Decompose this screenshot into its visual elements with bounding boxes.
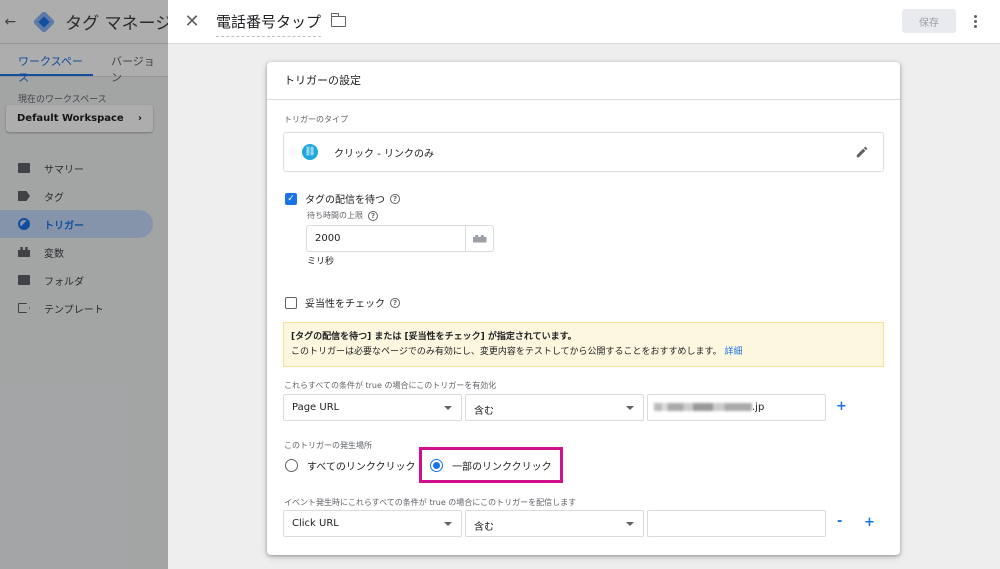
enable-value-suffix: .jp bbox=[752, 402, 765, 413]
enable-conditions-label: これらすべての条件が true の場合にこのトリガーを有効化 bbox=[284, 381, 497, 390]
panel-header: ✕ 電話番号タップ 保存 bbox=[168, 0, 1000, 44]
more-vert-icon[interactable] bbox=[968, 10, 982, 32]
enable-operator-value: 含む bbox=[474, 406, 494, 417]
learn-more-link[interactable]: 詳細 bbox=[725, 347, 743, 357]
fire-conditions-label: イベント発生時にこれらすべての条件が true の場合にこのトリガーを配信します bbox=[284, 498, 577, 507]
wait-limit-row: 待ち時間の上限 ? bbox=[307, 210, 378, 221]
trigger-editor-panel: ✕ 電話番号タップ 保存 トリガーの設定 トリガーのタイプ ⛓ クリック - リ… bbox=[168, 0, 1000, 569]
fire-operator-select[interactable]: 含む bbox=[465, 510, 644, 537]
notice-body: このトリガーは必要なページでのみ有効にし、変更内容をテストしてから公開することを… bbox=[291, 347, 722, 357]
enable-variable-select[interactable]: Page URL bbox=[283, 394, 462, 421]
check-validation-label: 妥当性をチェック bbox=[305, 299, 385, 310]
fire-variable-select[interactable]: Click URL bbox=[283, 510, 462, 537]
trigger-type-name: クリック - リンクのみ bbox=[334, 148, 434, 160]
fire-operator-value: 含む bbox=[474, 522, 494, 533]
radio-button[interactable] bbox=[285, 459, 298, 472]
enable-variable-value: Page URL bbox=[292, 402, 340, 413]
link-icon: ⛓ bbox=[302, 144, 318, 160]
add-condition-button[interactable]: + bbox=[864, 515, 875, 530]
wait-for-tags-row[interactable]: ✓ タグの配信を待つ ? bbox=[285, 191, 400, 206]
radio-all-link-clicks[interactable]: すべてのリンククリック bbox=[285, 458, 416, 473]
enable-value-input[interactable]: .jp bbox=[647, 394, 826, 421]
help-icon[interactable]: ? bbox=[368, 210, 378, 221]
trigger-type-selector[interactable]: ⛓ クリック - リンクのみ bbox=[283, 132, 884, 172]
wait-for-tags-label: タグの配信を待つ bbox=[305, 195, 385, 206]
wait-for-tags-checkbox[interactable]: ✓ bbox=[285, 192, 297, 205]
check-validation-row[interactable]: 妥当性をチェック ? bbox=[285, 295, 400, 310]
dropdown-arrow-icon bbox=[626, 406, 634, 410]
fire-on-label: このトリガーの発生場所 bbox=[284, 441, 372, 450]
trigger-name-field[interactable]: 電話番号タップ bbox=[216, 7, 322, 37]
fire-value-input[interactable] bbox=[647, 510, 826, 537]
modal-backdrop[interactable] bbox=[0, 0, 168, 569]
save-button[interactable]: 保存 bbox=[902, 9, 956, 33]
fire-variable-value: Click URL bbox=[292, 518, 339, 529]
pencil-icon[interactable] bbox=[855, 145, 869, 159]
trigger-type-label: トリガーのタイプ bbox=[284, 115, 348, 124]
variable-picker-button[interactable] bbox=[465, 225, 494, 252]
dropdown-arrow-icon bbox=[626, 522, 634, 526]
enable-operator-select[interactable]: 含む bbox=[465, 394, 644, 421]
wait-limit-label: 待ち時間の上限 bbox=[307, 211, 363, 220]
folder-icon[interactable] bbox=[330, 13, 347, 27]
trigger-config-card: トリガーの設定 トリガーのタイプ ⛓ クリック - リンクのみ ✓ タグの配信を… bbox=[267, 62, 900, 555]
add-condition-button[interactable]: + bbox=[836, 399, 847, 414]
dropdown-arrow-icon bbox=[444, 522, 452, 526]
wait-unit: ミリ秒 bbox=[307, 257, 335, 267]
redacted-text bbox=[654, 403, 752, 411]
card-title: トリガーの設定 bbox=[267, 62, 900, 100]
help-icon[interactable]: ? bbox=[390, 193, 400, 204]
variable-icon bbox=[472, 234, 487, 243]
dropdown-arrow-icon bbox=[444, 406, 452, 410]
notice-title: [タグの配信を待つ] または [妥当性をチェック] が指定されています。 bbox=[291, 332, 577, 342]
check-validation-checkbox[interactable] bbox=[285, 296, 297, 309]
highlight-box bbox=[419, 447, 563, 483]
remove-condition-button[interactable]: - bbox=[837, 514, 842, 529]
wait-limit-input[interactable]: 2000 bbox=[306, 225, 466, 252]
close-icon[interactable]: ✕ bbox=[182, 11, 202, 32]
radio-all-label: すべてのリンククリック bbox=[307, 462, 416, 473]
warning-notice: [タグの配信を待つ] または [妥当性をチェック] が指定されています。 このト… bbox=[283, 322, 884, 367]
help-icon[interactable]: ? bbox=[390, 297, 400, 308]
